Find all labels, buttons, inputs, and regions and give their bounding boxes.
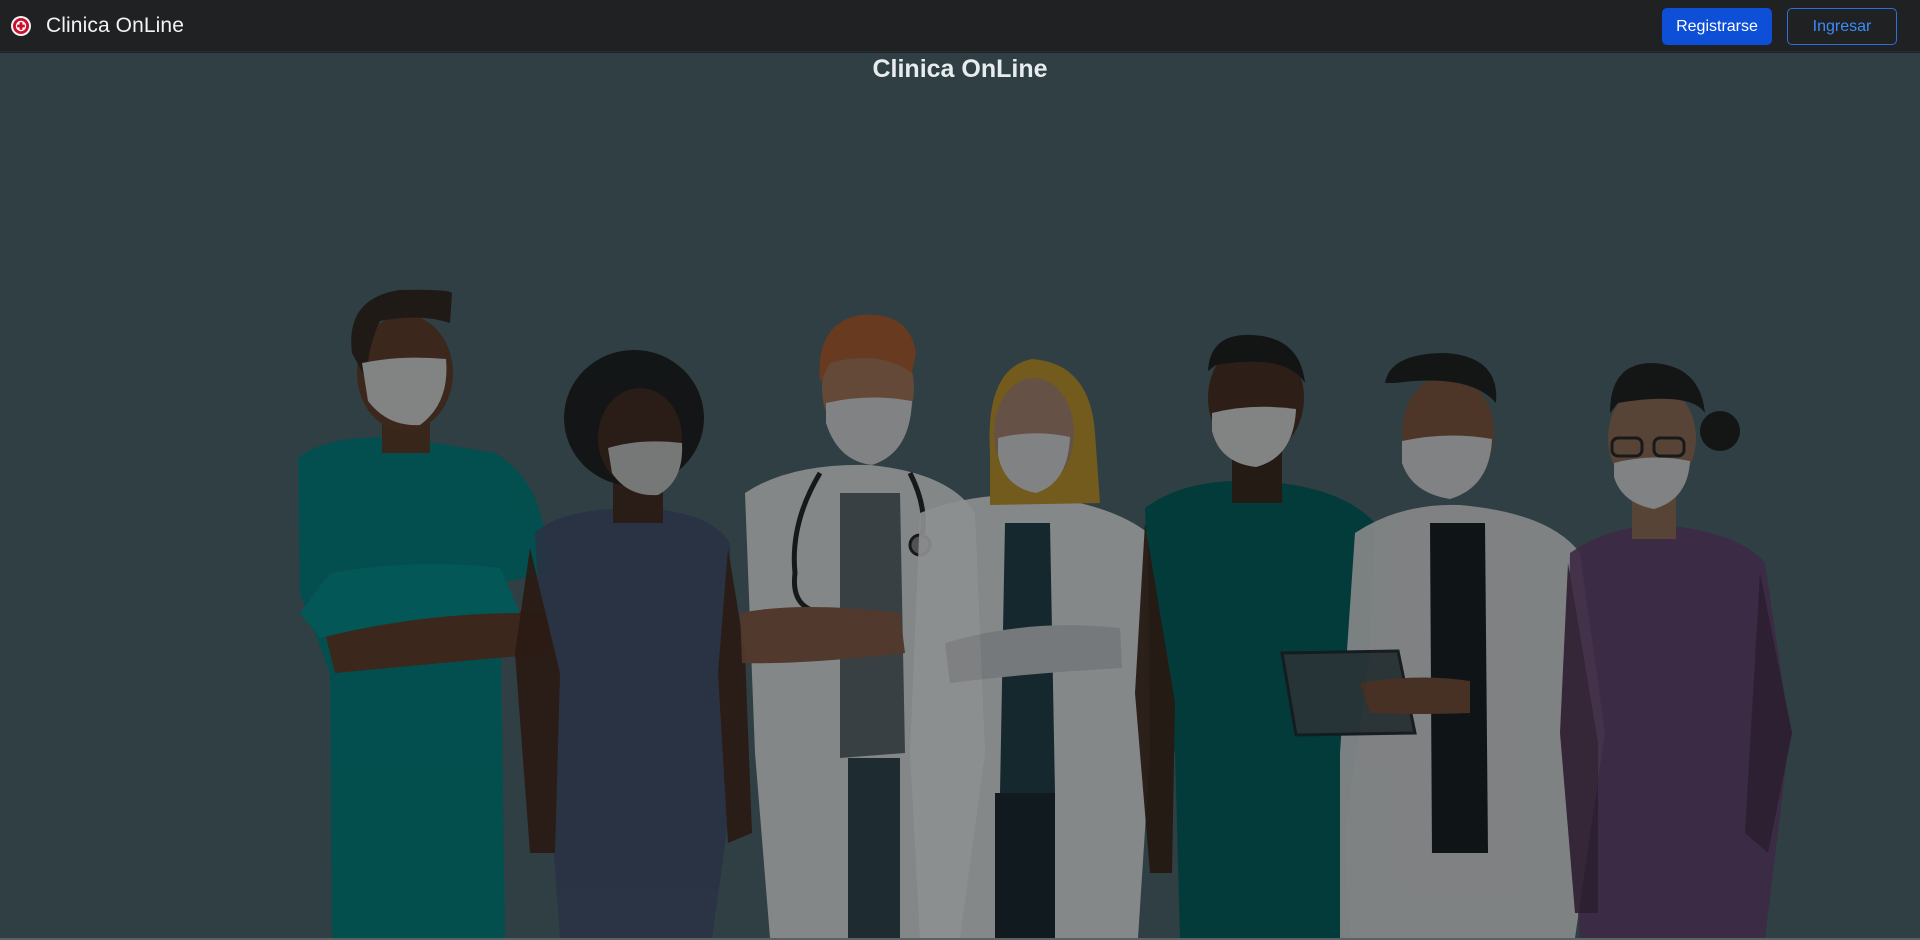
staff-figure-7 xyxy=(1560,363,1792,938)
staff-figure-5 xyxy=(1135,334,1375,938)
brand[interactable]: Clinica OnLine xyxy=(10,11,184,41)
top-navbar: Clinica OnLine Registrarse Ingresar xyxy=(0,0,1920,52)
login-button[interactable]: Ingresar xyxy=(1787,8,1897,45)
staff-figure-1 xyxy=(298,289,552,938)
hero-section: Clinica OnLine xyxy=(0,53,1920,938)
page-title: Clinica OnLine xyxy=(872,55,1048,83)
staff-figure-2 xyxy=(515,350,752,938)
brand-title: Clinica OnLine xyxy=(46,14,184,37)
clinic-logo-icon xyxy=(11,16,31,36)
medical-team-illustration xyxy=(298,289,1792,938)
register-button[interactable]: Registrarse xyxy=(1662,8,1772,45)
staff-figure-4 xyxy=(910,359,1150,938)
